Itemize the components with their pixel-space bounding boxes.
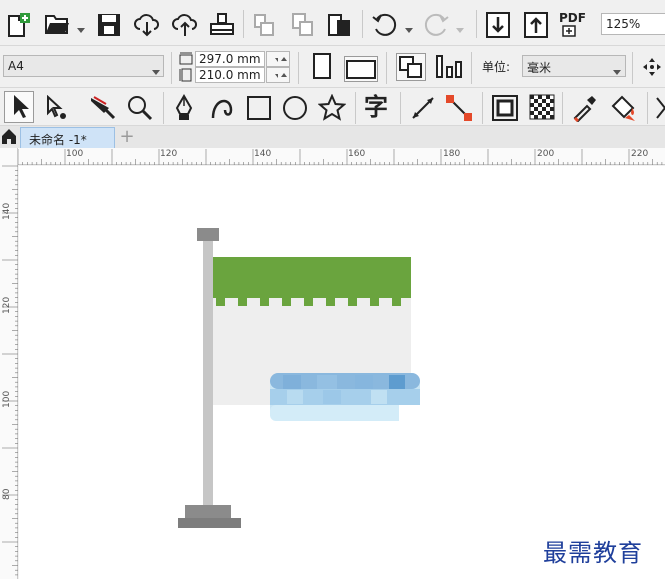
horizontal-ruler[interactable]: 100 120 140 160 180 200 220 (18, 148, 665, 165)
clipboard-icon[interactable] (327, 12, 353, 38)
cloud-download-icon[interactable] (133, 12, 161, 38)
portrait-orientation-icon[interactable] (312, 53, 332, 79)
toolbar-separator (171, 52, 172, 84)
standard-toolbar: PDF 125% (0, 0, 665, 46)
page-width-input[interactable]: 297.0 mm (195, 51, 265, 67)
flag-illustration[interactable] (19, 166, 665, 579)
toolbar-separator (647, 92, 648, 124)
ruler-tick-label: 80 (2, 488, 12, 500)
ruler-tick-label: 200 (537, 149, 555, 159)
toolbar-separator (471, 52, 472, 84)
unit-label: 单位: (482, 60, 511, 74)
copy-properties-icon[interactable] (252, 12, 278, 38)
dimension-tool-icon[interactable] (409, 94, 437, 122)
connector-tool-icon[interactable] (445, 94, 473, 122)
more-tools-icon[interactable] (655, 94, 665, 122)
page-width-nudge[interactable] (278, 51, 290, 67)
zoom-level-input[interactable]: 125% (601, 13, 665, 35)
paper-size-value: A4 (8, 59, 24, 73)
mosaic-blur-region[interactable] (270, 373, 420, 421)
flag-teeth (216, 298, 401, 306)
star-tool-icon[interactable] (318, 94, 346, 122)
redo-icon[interactable] (422, 12, 450, 38)
shape-tool-icon[interactable] (43, 95, 69, 121)
ruler-tick-label: 220 (631, 149, 649, 159)
ruler-tick-label: 180 (443, 149, 461, 159)
ruler-tick-label: 160 (348, 149, 366, 159)
transparency-tool-icon[interactable] (529, 94, 555, 120)
toolbar-separator (298, 52, 299, 84)
tab-untitled-document[interactable]: 未命名 -1* (20, 127, 115, 148)
ruler-tick-label: 140 (2, 202, 12, 220)
ruler-tick-label: 100 (2, 390, 12, 408)
print-icon[interactable] (209, 12, 235, 38)
watermark: 最需教育 (543, 539, 643, 567)
page-height-input[interactable]: 210.0 mm (195, 67, 265, 83)
page-width-value: 297.0 mm (199, 52, 261, 66)
shadow-tool-icon[interactable] (491, 94, 519, 122)
toolbar-separator (163, 92, 164, 124)
all-pages-icon[interactable] (396, 53, 426, 81)
unit-select[interactable]: 毫米 (522, 55, 626, 77)
import-icon[interactable] (485, 11, 511, 39)
ruler-tick-label: 100 (66, 149, 84, 159)
pdf-label: PDF (559, 11, 586, 25)
pick-tool-icon[interactable] (4, 91, 34, 123)
toolbar-separator (243, 10, 244, 38)
save-icon[interactable] (96, 12, 122, 38)
toolbar-separator (362, 10, 363, 38)
bezier-tool-icon[interactable] (207, 94, 235, 122)
pole-base-top[interactable] (185, 505, 231, 518)
ruler-tick-label: 120 (160, 149, 178, 159)
toolbar-separator (482, 92, 483, 124)
open-folder-icon[interactable] (44, 13, 70, 35)
landscape-orientation-icon[interactable] (344, 56, 378, 82)
ruler-tick-label: 140 (254, 149, 272, 159)
chevron-down-icon[interactable] (405, 22, 413, 36)
pen-tool-icon[interactable] (172, 94, 196, 122)
knife-tool-icon[interactable] (88, 93, 118, 121)
vertical-ruler[interactable]: 140 120 100 80 (0, 148, 18, 579)
flag-pole[interactable] (203, 241, 213, 506)
undo-icon[interactable] (371, 12, 399, 38)
chevron-down-icon (152, 64, 160, 78)
nudge-distance-icon[interactable] (642, 57, 662, 77)
zoom-tool-icon[interactable] (126, 94, 154, 122)
document-tab-label: 未命名 -1* (29, 133, 87, 147)
rectangle-tool-icon[interactable] (245, 94, 273, 122)
page-height-nudge[interactable] (278, 67, 290, 83)
text-tool-icon[interactable]: 字 (364, 93, 388, 121)
toolbar-separator (562, 92, 563, 124)
chevron-down-icon[interactable] (77, 22, 85, 36)
toolbar-separator (400, 92, 401, 124)
page-height-icon (179, 68, 193, 82)
fill-tool-icon[interactable] (609, 94, 637, 122)
pole-cap[interactable] (197, 228, 219, 241)
home-icon[interactable] (0, 127, 20, 148)
current-page-icon[interactable] (435, 54, 463, 80)
paste-icon[interactable] (290, 12, 316, 38)
new-document-icon[interactable] (6, 12, 32, 38)
page-width-icon (179, 52, 193, 66)
ruler-tick-label: 120 (2, 296, 12, 314)
cloud-upload-icon[interactable] (171, 12, 199, 38)
chevron-down-icon[interactable] (456, 22, 464, 36)
eyedropper-tool-icon[interactable] (571, 94, 597, 122)
page-height-value: 210.0 mm (199, 68, 261, 82)
toolbar-separator (386, 52, 387, 84)
new-tab-button[interactable]: + (118, 128, 136, 146)
pole-base-bottom[interactable] (178, 518, 241, 528)
chevron-down-icon (613, 64, 621, 78)
zoom-level-value: 125% (606, 17, 641, 31)
toolbar-separator (632, 52, 633, 84)
unit-value: 毫米 (527, 61, 552, 75)
drawing-canvas[interactable] (19, 166, 665, 579)
flag-green-band[interactable] (213, 257, 411, 298)
toolbar-separator (355, 92, 356, 124)
paper-size-select[interactable]: A4 (3, 55, 164, 77)
pdf-icon[interactable]: PDF (559, 11, 589, 39)
export-icon[interactable] (523, 11, 549, 39)
toolbar-separator (476, 10, 477, 38)
ellipse-tool-icon[interactable] (281, 94, 309, 122)
